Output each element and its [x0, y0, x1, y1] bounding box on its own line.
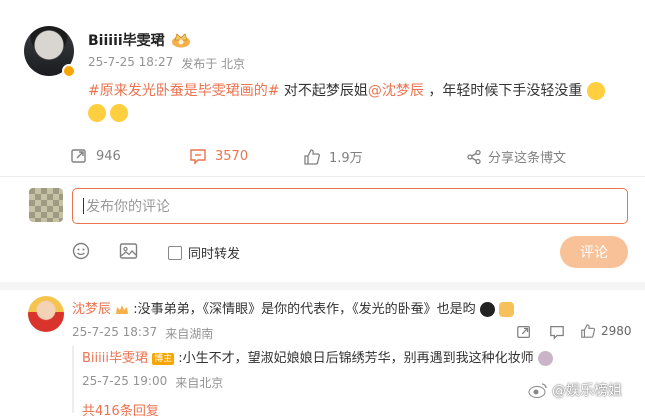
emoji-icon[interactable] — [72, 242, 90, 260]
reply-source: 来自北京 — [175, 376, 224, 390]
topic-link[interactable]: #原来发光卧蚕是毕雯珺画的# — [88, 83, 279, 99]
repost-count: 946 — [96, 148, 121, 164]
comment-count: 3570 — [215, 148, 249, 164]
weibo-logo-icon — [528, 382, 548, 398]
more-replies-link[interactable]: 共416条回复 — [82, 400, 159, 419]
comment-button[interactable]: 3570 — [189, 147, 248, 165]
like-button[interactable]: 1.9万 — [303, 147, 363, 166]
author-badge: 博主 — [152, 352, 175, 365]
crown-badge-icon — [115, 304, 129, 316]
image-icon[interactable] — [119, 242, 138, 260]
watermark: @娱乐榜姐 — [528, 380, 622, 400]
comment-time: 25-7-25 18:37 — [72, 325, 158, 339]
divider — [0, 176, 645, 177]
verified-icon — [62, 64, 76, 78]
comment-placeholder: 发布你的评论 — [86, 199, 170, 215]
crying-emoji-icon — [110, 104, 129, 122]
comment-text: :没事弟弟，《深情眼》是你的代表作，《发光的卧蚕》也是昀 — [133, 302, 476, 317]
submit-comment-button[interactable]: 评论 — [560, 236, 628, 268]
comment-icon — [189, 147, 207, 165]
reply-body: Biiiii毕雯珺 博主 :小生不才，望淑妃娘娘日后锦绣芳华，别再遇到我这种化妆… — [82, 349, 562, 369]
repost-label: 同时转发 — [188, 247, 241, 262]
text-cursor — [83, 198, 84, 214]
comment-body: 沈梦辰 :没事弟弟，《深情眼》是你的代表作，《发光的卧蚕》也是昀 — [72, 300, 632, 320]
post-time[interactable]: 25-7-25 18:27 — [88, 55, 173, 72]
like-icon — [580, 323, 596, 339]
comment-repost-icon[interactable] — [516, 324, 532, 340]
share-label: 分享这条博文 — [488, 151, 567, 166]
crown-badge-icon — [171, 32, 191, 48]
crying-emoji-icon — [88, 104, 106, 122]
post-text-2: ，年轻时候下手没轻没重 — [423, 83, 583, 99]
share-icon — [466, 149, 482, 165]
watermark-text: @娱乐榜姐 — [552, 383, 622, 399]
hand-emoji-icon — [498, 302, 514, 317]
post-source: 发布于 北京 — [181, 57, 246, 71]
share-button[interactable]: 分享这条博文 — [466, 147, 566, 166]
comment-like-count: 2980 — [601, 324, 632, 338]
sunglasses-emoji-icon — [479, 302, 495, 317]
my-avatar — [29, 188, 63, 222]
like-icon — [303, 148, 321, 166]
post-text-1: 对不起梦辰姐 — [279, 83, 368, 99]
reply-text: :小生不才，望淑妃娘娘日后锦绣芳华，别再遇到我这种化妆师 — [178, 351, 534, 366]
repost-checkbox[interactable]: 同时转发 — [168, 243, 240, 262]
reply-author[interactable]: Biiiii毕雯珺 — [82, 351, 148, 366]
comment-source: 来自湖南 — [165, 327, 214, 341]
post-body: #原来发光卧蚕是毕雯珺画的# 对不起梦辰姐@沈梦辰 ，年轻时候下手没轻没重 — [88, 80, 628, 124]
comment-reply-icon[interactable] — [549, 324, 565, 340]
checkbox-icon[interactable] — [168, 245, 182, 260]
comment-input[interactable]: 发布你的评论 — [72, 188, 628, 224]
reply-time: 25-7-25 19:00 — [82, 374, 168, 388]
crying-emoji-icon — [586, 82, 605, 100]
repost-icon — [70, 147, 88, 165]
author-name[interactable]: Biiiii毕雯珺 — [88, 30, 165, 50]
commenter-name[interactable]: 沈梦辰 — [72, 302, 111, 317]
commenter-avatar[interactable] — [28, 296, 64, 332]
like-count: 1.9万 — [329, 151, 363, 166]
mention-link[interactable]: @沈梦辰 — [368, 83, 424, 99]
repost-button[interactable]: 946 — [70, 147, 121, 165]
section-separator — [0, 282, 645, 290]
comment-like-button[interactable]: 2980 — [580, 323, 632, 339]
reply-thread-bar — [72, 346, 74, 413]
face-emoji-icon — [537, 351, 553, 366]
